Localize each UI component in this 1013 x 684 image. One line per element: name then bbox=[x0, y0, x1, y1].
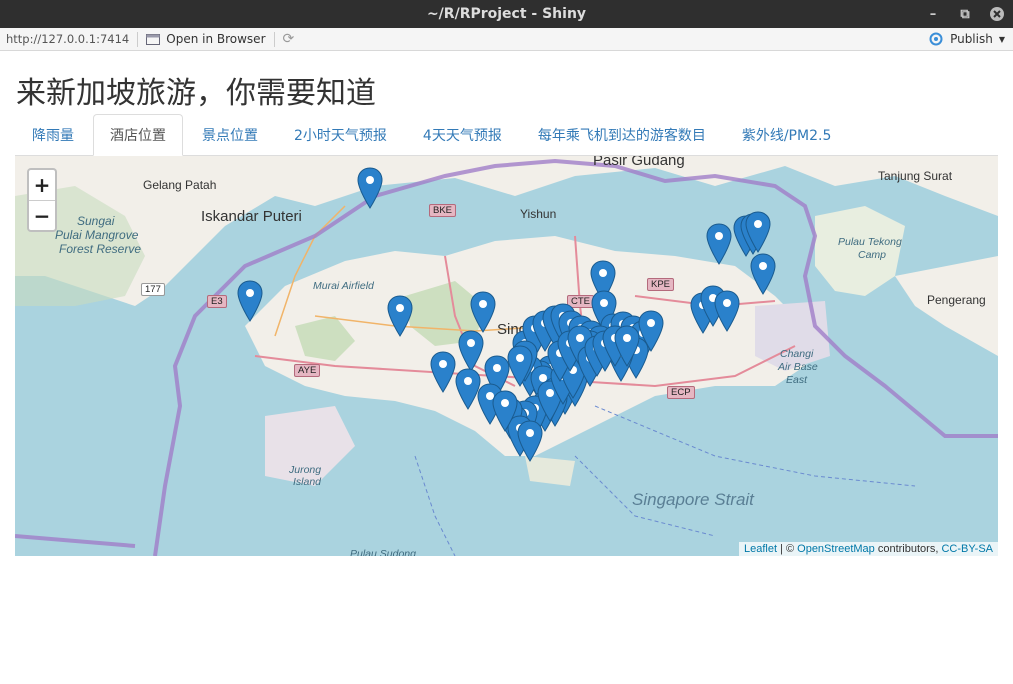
map-attribution: Leaflet | © OpenStreetMap contributors, … bbox=[738, 542, 998, 556]
hotel-marker[interactable] bbox=[750, 253, 776, 295]
tab-uv-pm25[interactable]: 紫外线/PM2.5 bbox=[725, 114, 849, 156]
url-label: http://127.0.0.1:7414 bbox=[6, 32, 130, 46]
hotel-marker[interactable] bbox=[706, 223, 732, 265]
window-title: ~/R/RProject - Shiny bbox=[426, 6, 587, 22]
attribution-contrib: contributors, bbox=[874, 543, 942, 555]
hotel-marker[interactable] bbox=[430, 351, 456, 393]
license-link[interactable]: CC-BY-SA bbox=[941, 543, 993, 555]
tab-rainfall[interactable]: 降雨量 bbox=[15, 114, 91, 156]
toolbar-divider bbox=[137, 31, 139, 47]
hotel-marker[interactable] bbox=[237, 280, 263, 322]
hotel-marker[interactable] bbox=[517, 420, 543, 462]
publish-icon bbox=[929, 32, 943, 46]
viewer-toolbar: http://127.0.0.1:7414 Open in Browser ⟳ … bbox=[0, 28, 1013, 51]
zoom-in-button[interactable]: + bbox=[29, 170, 55, 200]
minimize-icon[interactable]: – bbox=[919, 0, 947, 28]
publish-label: Publish bbox=[950, 32, 993, 46]
publish-button[interactable]: Publish ▼ bbox=[928, 32, 1005, 46]
hotel-marker[interactable] bbox=[387, 295, 413, 337]
leaflet-link[interactable]: Leaflet bbox=[744, 543, 777, 555]
toolbar-divider bbox=[273, 31, 275, 47]
tab-2h-forecast[interactable]: 2小时天气预报 bbox=[277, 114, 404, 156]
tab-bar: 降雨量 酒店位置 景点位置 2小时天气预报 4天天气预报 每年乘飞机到达的游客数… bbox=[15, 114, 998, 156]
tab-4day-forecast[interactable]: 4天天气预报 bbox=[406, 114, 519, 156]
browser-icon bbox=[146, 34, 161, 45]
maximize-icon[interactable]: ⧉ bbox=[951, 0, 979, 28]
open-in-browser-label: Open in Browser bbox=[166, 32, 266, 46]
chevron-down-icon: ▼ bbox=[998, 34, 1005, 44]
attribution-sep: | © bbox=[777, 543, 798, 555]
tab-attraction-location[interactable]: 景点位置 bbox=[185, 114, 275, 156]
close-icon[interactable] bbox=[983, 0, 1011, 28]
hotel-marker[interactable] bbox=[714, 290, 740, 332]
refresh-icon[interactable]: ⟳ bbox=[283, 31, 295, 47]
window-titlebar: ~/R/RProject - Shiny – ⧉ bbox=[0, 0, 1013, 28]
hotel-marker[interactable] bbox=[470, 291, 496, 333]
page-title: 来新加坡旅游，你需要知道 bbox=[16, 76, 376, 111]
zoom-control: + − bbox=[27, 168, 57, 232]
leaflet-map[interactable]: Pasir Gudang Gelang Patah Tanjung Surat … bbox=[15, 156, 998, 556]
hotel-marker[interactable] bbox=[455, 368, 481, 410]
open-in-browser-button[interactable]: Open in Browser bbox=[146, 32, 266, 46]
hotel-marker[interactable] bbox=[458, 330, 484, 372]
hotel-marker[interactable] bbox=[357, 167, 383, 209]
zoom-out-button[interactable]: − bbox=[29, 200, 55, 230]
osm-link[interactable]: OpenStreetMap bbox=[797, 543, 875, 555]
marker-layer bbox=[237, 167, 776, 462]
tab-hotel-location[interactable]: 酒店位置 bbox=[93, 114, 183, 156]
tab-visitor-arrivals[interactable]: 每年乘飞机到达的游客数目 bbox=[521, 114, 723, 156]
